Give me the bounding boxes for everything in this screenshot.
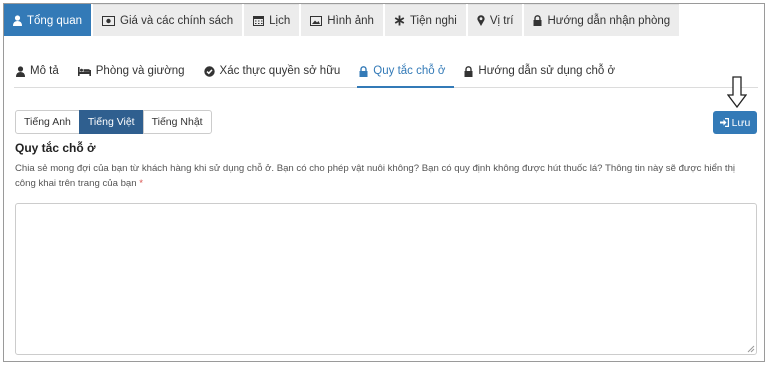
image-icon: [310, 15, 323, 26]
tab-label: Lịch: [269, 14, 291, 27]
subtab-description[interactable]: Mô tả: [14, 58, 68, 88]
lang-japanese-button[interactable]: Tiếng Nhật: [142, 110, 212, 134]
lock-icon: [359, 66, 368, 77]
lang-english-button[interactable]: Tiếng Anh: [15, 110, 80, 134]
tab-overview[interactable]: Tổng quan: [4, 4, 91, 36]
tab-label: Vị trí: [489, 14, 514, 27]
subtab-label: Phòng và giường: [95, 65, 185, 77]
user-icon: [13, 15, 22, 26]
sign-in-icon: [719, 118, 729, 127]
map-marker-icon: [477, 15, 485, 26]
language-switcher: Tiếng Anh Tiếng Việt Tiếng Nhật: [15, 110, 212, 134]
sub-tab-bar: Mô tả Phòng và giường Xác thực quyền sở …: [14, 58, 758, 88]
resize-grip-icon[interactable]: [747, 345, 755, 353]
house-rules-textarea[interactable]: [15, 203, 757, 355]
subtab-usage-guide[interactable]: Hướng dẫn sử dụng chỗ ở: [462, 58, 624, 88]
description-text: Chia sẻ mong đợi của bạn từ khách hàng k…: [15, 163, 736, 189]
tab-checkin-guide[interactable]: Hướng dẫn nhận phòng: [524, 4, 680, 36]
lock-icon: [464, 66, 473, 77]
tab-label: Tiện nghi: [409, 14, 457, 27]
check-circle-icon: [203, 66, 215, 77]
tab-calendar[interactable]: Lịch: [244, 4, 300, 36]
form-description: Chia sẻ mong đợi của bạn từ khách hàng k…: [15, 161, 750, 191]
tab-label: Hình ảnh: [327, 14, 374, 27]
down-arrow-icon: [727, 76, 747, 108]
subtab-house-rules[interactable]: Quy tắc chỗ ở: [357, 58, 455, 88]
tab-label: Hướng dẫn nhận phòng: [547, 14, 671, 27]
tab-label: Tổng quan: [27, 14, 82, 27]
top-tab-bar: Tổng quan Giá và các chính sách Lịch Hìn…: [4, 4, 681, 36]
bed-icon: [77, 67, 91, 76]
money-icon: [102, 15, 115, 26]
subtab-label: Mô tả: [30, 65, 59, 77]
lock-icon: [533, 15, 542, 26]
subtab-label: Hướng dẫn sử dụng chỗ ở: [478, 65, 616, 77]
page-frame: Tổng quan Giá và các chính sách Lịch Hìn…: [3, 3, 765, 362]
tab-prices-policies[interactable]: Giá và các chính sách: [93, 4, 243, 36]
calendar-icon: [253, 16, 265, 26]
tab-label: Giá và các chính sách: [120, 14, 234, 27]
form-title: Quy tắc chỗ ở: [15, 141, 96, 155]
save-button[interactable]: Lưu: [713, 111, 757, 134]
subtab-rooms-beds[interactable]: Phòng và giường: [76, 58, 194, 88]
subtab-label: Xác thực quyền sở hữu: [219, 65, 341, 77]
tab-images[interactable]: Hình ảnh: [301, 4, 383, 36]
tab-location[interactable]: Vị trí: [467, 4, 523, 36]
tab-amenities[interactable]: Tiện nghi: [384, 4, 466, 36]
user-icon: [16, 66, 25, 77]
asterisk-icon: [394, 15, 405, 26]
required-mark: *: [139, 178, 144, 189]
subtab-label: Quy tắc chỗ ở: [373, 65, 446, 77]
save-label: Lưu: [731, 116, 751, 129]
subtab-ownership-verification[interactable]: Xác thực quyền sở hữu: [202, 58, 350, 88]
lang-vietnamese-button[interactable]: Tiếng Việt: [78, 110, 144, 134]
